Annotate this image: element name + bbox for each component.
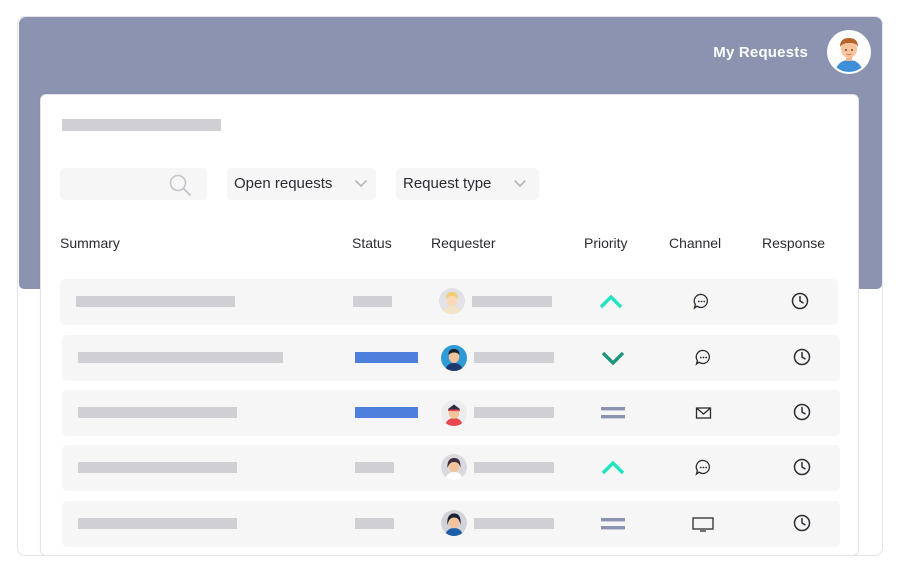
- requester-avatar-icon: [441, 510, 467, 536]
- chat-icon: [693, 293, 708, 310]
- table-row[interactable]: [62, 335, 840, 381]
- status-indicator: [355, 407, 418, 418]
- status-placeholder: [353, 296, 392, 307]
- requester-name-placeholder: [474, 407, 554, 418]
- status-placeholder: [355, 462, 394, 473]
- email-icon: [695, 407, 712, 419]
- open-requests-dropdown[interactable]: Open requests: [227, 168, 376, 200]
- chevron-down-icon: [355, 180, 367, 188]
- priority-high-icon: [599, 294, 623, 309]
- column-header-summary[interactable]: Summary: [60, 235, 120, 251]
- column-header-response[interactable]: Response: [762, 235, 825, 251]
- requester-name-placeholder: [474, 518, 554, 529]
- column-header-priority[interactable]: Priority: [584, 235, 628, 251]
- requester-avatar: [441, 400, 467, 426]
- page-title: My Requests: [713, 44, 808, 61]
- column-header-requester[interactable]: Requester: [431, 235, 496, 251]
- requester-avatar: [439, 288, 465, 314]
- priority-low-icon: [601, 351, 625, 366]
- search-input[interactable]: [60, 168, 207, 200]
- table-row[interactable]: [62, 445, 840, 491]
- monitor-icon: [692, 517, 714, 532]
- clock-icon: [793, 348, 811, 366]
- summary-placeholder: [78, 407, 237, 418]
- priority-medium-icon: [601, 518, 625, 530]
- requester-avatar: [441, 345, 467, 371]
- summary-placeholder: [78, 518, 237, 529]
- search-icon: [169, 174, 191, 196]
- priority-high-icon: [601, 460, 625, 475]
- requester-avatar: [441, 454, 467, 480]
- summary-placeholder: [76, 296, 235, 307]
- requester-avatar-icon: [441, 345, 467, 371]
- table-row[interactable]: [60, 279, 838, 325]
- open-requests-label: Open requests: [234, 175, 333, 192]
- column-header-status[interactable]: Status: [352, 235, 392, 251]
- requester-avatar-icon: [439, 288, 465, 314]
- summary-placeholder: [78, 352, 283, 363]
- status-indicator: [355, 352, 418, 363]
- card-title-placeholder: [62, 119, 221, 131]
- requester-name-placeholder: [472, 296, 552, 307]
- clock-icon: [791, 292, 809, 310]
- user-avatar-icon: [829, 32, 869, 72]
- requester-name-placeholder: [474, 462, 554, 473]
- requests-card: Open requests Request type Summary Statu…: [40, 94, 859, 556]
- clock-icon: [793, 458, 811, 476]
- user-avatar[interactable]: [829, 32, 869, 72]
- requester-avatar-icon: [441, 454, 467, 480]
- request-type-label: Request type: [403, 175, 492, 192]
- summary-placeholder: [78, 462, 237, 473]
- clock-icon: [793, 403, 811, 421]
- column-header-channel[interactable]: Channel: [669, 235, 721, 251]
- requester-avatar: [441, 510, 467, 536]
- chat-icon: [695, 349, 710, 366]
- chevron-down-icon: [514, 180, 526, 188]
- request-type-dropdown[interactable]: Request type: [396, 168, 539, 200]
- requester-name-placeholder: [474, 352, 554, 363]
- priority-medium-icon: [601, 407, 625, 419]
- clock-icon: [793, 514, 811, 532]
- table-row[interactable]: [62, 390, 840, 436]
- requester-avatar-icon: [441, 400, 467, 426]
- status-placeholder: [355, 518, 394, 529]
- table-row[interactable]: [62, 501, 840, 547]
- chat-icon: [695, 459, 710, 476]
